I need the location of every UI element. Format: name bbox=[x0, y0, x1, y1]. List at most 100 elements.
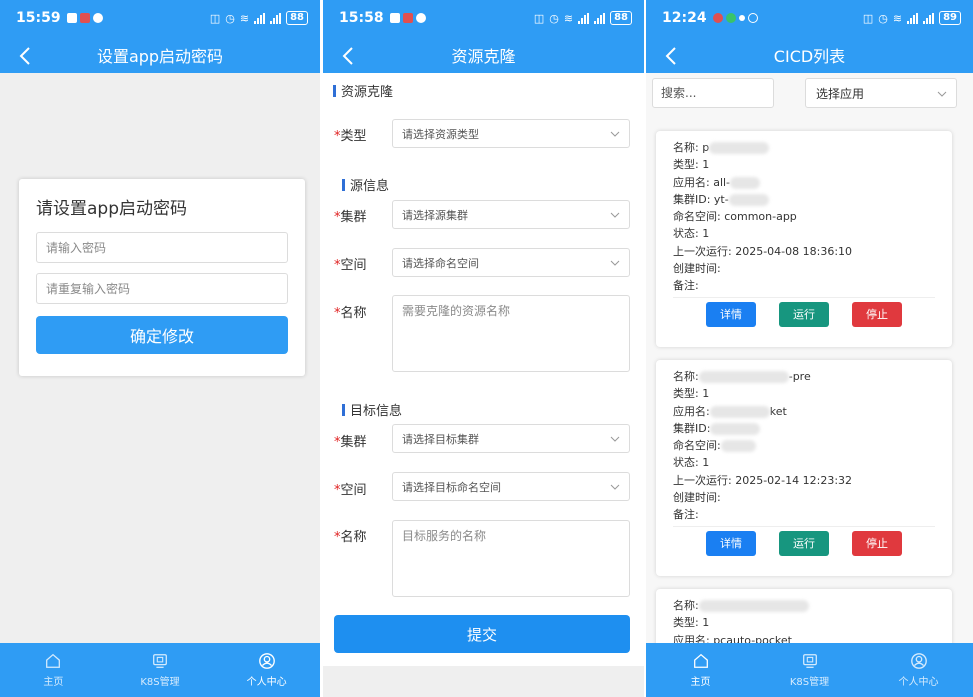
redacted-block bbox=[709, 405, 770, 418]
label-text: 空间 bbox=[340, 483, 367, 498]
source-name-label: *名称 bbox=[334, 302, 367, 321]
back-arrow-icon[interactable] bbox=[14, 44, 38, 68]
field-text: 名称: bbox=[673, 599, 699, 612]
confirm-change-button[interactable]: 确定修改 bbox=[36, 316, 288, 354]
home-icon bbox=[46, 653, 61, 668]
tab-label: 主页 bbox=[43, 677, 64, 688]
tab-profile[interactable]: 个人中心 bbox=[213, 643, 320, 697]
card-created: 创建时间: bbox=[673, 262, 721, 276]
target-namespace-select[interactable]: 请选择目标命名空间 bbox=[392, 472, 630, 501]
type-select[interactable]: 请选择资源类型 bbox=[392, 119, 630, 148]
signal-icon bbox=[907, 12, 919, 24]
card-actions: 详情 运行 停止 bbox=[673, 530, 935, 556]
notification-icons bbox=[66, 13, 103, 23]
signal-icon bbox=[594, 12, 606, 24]
notification-icon bbox=[92, 13, 103, 23]
back-arrow-icon[interactable] bbox=[337, 44, 361, 68]
wifi-icon: ≋ bbox=[563, 11, 574, 25]
tab-label: 个人中心 bbox=[898, 677, 939, 688]
battery-icon: 89 bbox=[939, 11, 961, 25]
card-cluster: 集群ID: bbox=[673, 420, 935, 437]
nfc-icon: ◫ bbox=[862, 11, 874, 25]
search-input[interactable] bbox=[652, 78, 774, 108]
redacted-block bbox=[709, 142, 770, 154]
field-text: 应用名: all- bbox=[673, 175, 731, 189]
source-name-textarea[interactable] bbox=[392, 295, 630, 372]
stop-button[interactable]: 停止 bbox=[852, 530, 902, 556]
field-text: 应用名: bbox=[673, 404, 710, 418]
card-title: 请设置app启动密码 bbox=[36, 199, 187, 219]
tab-home[interactable]: 主页 bbox=[0, 643, 107, 697]
field-text: 集群ID: yt- bbox=[673, 192, 729, 206]
redacted-block bbox=[730, 176, 761, 189]
field-text: 名称: bbox=[673, 370, 699, 383]
target-namespace-label: *空间 bbox=[334, 479, 367, 498]
detail-button[interactable]: 详情 bbox=[706, 301, 756, 327]
target-name-textarea[interactable] bbox=[392, 520, 630, 597]
run-button[interactable]: 运行 bbox=[779, 530, 829, 556]
chevron-down-icon bbox=[610, 131, 620, 137]
run-button[interactable]: 运行 bbox=[779, 301, 829, 327]
section-label: 资源克隆 bbox=[341, 85, 394, 100]
chevron-down-icon bbox=[937, 91, 947, 97]
notification-icon bbox=[79, 13, 90, 23]
app-bar: 15:58 ◫ ◷ ≋ 88 资源克隆 bbox=[323, 0, 644, 73]
back-arrow-icon[interactable] bbox=[660, 44, 684, 68]
redacted-block bbox=[728, 193, 769, 206]
signal-icon bbox=[270, 12, 282, 24]
submit-button[interactable]: 提交 bbox=[334, 615, 630, 653]
type-label: *类型 bbox=[334, 125, 367, 144]
section-marker bbox=[342, 178, 345, 191]
card-namespace: 命名空间: common-app bbox=[673, 210, 797, 224]
card-name: 名称: -pre bbox=[673, 368, 935, 385]
redacted-block bbox=[710, 422, 761, 435]
detail-button[interactable]: 详情 bbox=[706, 530, 756, 556]
label-text: 集群 bbox=[340, 435, 367, 450]
tab-k8s[interactable]: K8S管理 bbox=[755, 643, 864, 697]
chevron-down-icon bbox=[610, 436, 620, 442]
card-state: 状态: 1 bbox=[673, 456, 710, 470]
tab-profile[interactable]: 个人中心 bbox=[864, 643, 973, 697]
card-cluster: 集群ID: yt- bbox=[673, 191, 935, 208]
page-title: 资源克隆 bbox=[451, 47, 516, 66]
chevron-down-icon bbox=[610, 260, 620, 266]
label-text: 集群 bbox=[340, 210, 367, 225]
target-name-label: *名称 bbox=[334, 526, 367, 545]
status-time: 12:24 bbox=[662, 10, 707, 26]
password-input[interactable] bbox=[36, 232, 288, 263]
notification-icon bbox=[738, 15, 745, 21]
select-value: 选择应用 bbox=[816, 86, 865, 101]
card-last-run: 上一次运行: 2025-04-08 18:36:10 bbox=[673, 244, 853, 258]
select-placeholder: 请选择目标命名空间 bbox=[402, 480, 501, 494]
cicd-card: 名称: -pre 类型: 1 应用名: ket 集群ID: 命名空间: 状态: 1 … bbox=[656, 360, 952, 576]
tab-label: K8S管理 bbox=[140, 677, 180, 688]
k8s-icon bbox=[802, 654, 817, 668]
section-label: 源信息 bbox=[350, 179, 390, 194]
alarm-icon: ◷ bbox=[878, 11, 888, 25]
field-text: 命名空间: bbox=[673, 439, 721, 453]
target-cluster-select[interactable]: 请选择目标集群 bbox=[392, 424, 630, 453]
card-app: 应用名: all- bbox=[673, 174, 935, 191]
signal-icon bbox=[923, 12, 935, 24]
status-right: ◫ ◷ ≋ 88 bbox=[210, 11, 308, 25]
stop-button[interactable]: 停止 bbox=[852, 301, 902, 327]
source-cluster-label: *集群 bbox=[334, 206, 367, 225]
field-text: 名称: p bbox=[673, 141, 710, 154]
source-namespace-select[interactable]: 请选择命名空间 bbox=[392, 248, 630, 277]
label-text: 名称 bbox=[340, 530, 367, 545]
notification-icon bbox=[712, 13, 723, 23]
card-name: 名称: bbox=[673, 597, 935, 614]
status-right: ◫ ◷ ≋ 88 bbox=[534, 11, 632, 25]
tab-k8s[interactable]: K8S管理 bbox=[107, 643, 214, 697]
source-cluster-select[interactable]: 请选择源集群 bbox=[392, 200, 630, 229]
tab-home[interactable]: 主页 bbox=[646, 643, 755, 697]
card-type: 类型: 1 bbox=[673, 158, 710, 172]
page-title: 设置app启动密码 bbox=[96, 47, 224, 66]
status-bar: 15:59 ◫ ◷ ≋ 88 bbox=[0, 0, 320, 36]
tab-label: K8S管理 bbox=[789, 677, 830, 688]
card-created: 创建时间: bbox=[673, 491, 721, 505]
repeat-password-input[interactable] bbox=[36, 273, 288, 304]
bottom-tab-bar: 主页 K8S管理 个人中心 bbox=[646, 643, 973, 697]
app-select[interactable]: 选择应用 bbox=[805, 78, 957, 108]
app-bar: 12:24 ◫ ◷ ≋ 89 CICD列表 bbox=[646, 0, 973, 73]
